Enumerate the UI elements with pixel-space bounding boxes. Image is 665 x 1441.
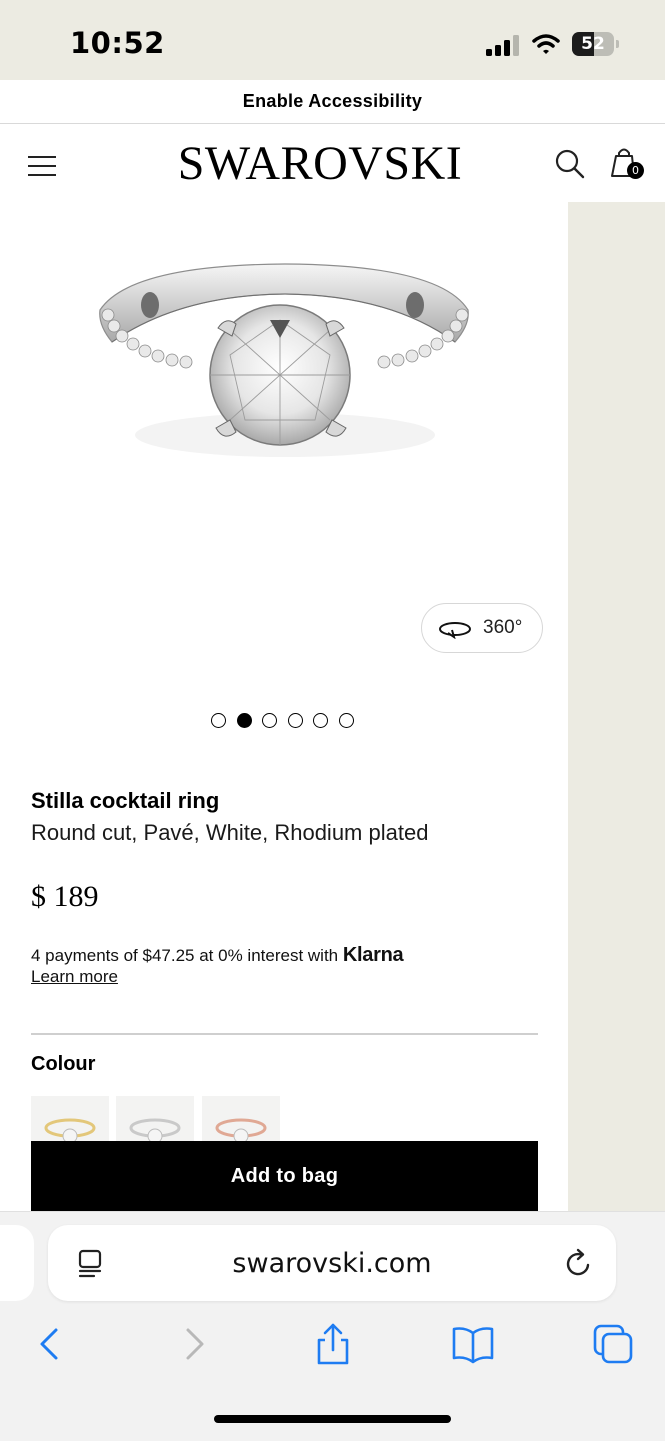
gallery-dot[interactable] bbox=[262, 713, 277, 728]
view-360-button[interactable]: 360° bbox=[421, 603, 543, 653]
battery-icon: 52 bbox=[572, 32, 620, 56]
colour-swatch-rhodium[interactable] bbox=[116, 1096, 194, 1142]
product-description: Round cut, Pavé, White, Rhodium plated bbox=[31, 820, 429, 845]
divider bbox=[31, 1033, 538, 1035]
battery-percent: 52 bbox=[581, 34, 605, 54]
cellular-signal-icon bbox=[486, 35, 519, 56]
colour-swatch-rose-gold[interactable] bbox=[202, 1096, 280, 1142]
add-to-bag-button[interactable]: Add to bag bbox=[31, 1141, 538, 1211]
reload-icon[interactable] bbox=[564, 1247, 594, 1279]
klarna-financing-text: 4 payments of $47.25 at 0% interest with… bbox=[31, 944, 404, 967]
home-indicator bbox=[214, 1415, 451, 1423]
previous-tab-preview[interactable] bbox=[0, 1225, 34, 1301]
gallery-dot[interactable] bbox=[338, 713, 354, 728]
gallery-dot[interactable] bbox=[211, 713, 226, 728]
klarna-text: 4 payments of $47.25 at 0% interest with bbox=[31, 946, 339, 965]
gallery-pagination bbox=[211, 713, 354, 729]
colour-label: Colour bbox=[31, 1053, 96, 1075]
view-360-label: 360° bbox=[483, 617, 523, 638]
product-title: Stilla cocktail ring bbox=[31, 788, 220, 813]
enable-accessibility-link[interactable]: Enable Accessibility bbox=[0, 80, 665, 124]
rotate-360-icon bbox=[439, 622, 471, 639]
ring-product-image[interactable] bbox=[90, 250, 480, 480]
search-icon[interactable] bbox=[554, 148, 586, 180]
gallery-dot[interactable] bbox=[287, 713, 303, 728]
colour-swatch-gold[interactable] bbox=[31, 1096, 109, 1142]
bag-count-badge: 0 bbox=[627, 162, 644, 179]
back-icon[interactable] bbox=[28, 1322, 72, 1366]
bookmarks-icon[interactable] bbox=[451, 1322, 495, 1366]
brand-logo[interactable]: SWAROVSKI bbox=[0, 136, 640, 192]
gallery-dot[interactable] bbox=[313, 713, 328, 728]
side-panel bbox=[568, 202, 665, 1212]
forward-icon[interactable] bbox=[172, 1322, 216, 1366]
url-text[interactable]: swarovski.com bbox=[48, 1248, 616, 1279]
status-time: 10:52 bbox=[70, 26, 165, 60]
product-price: $ 189 bbox=[31, 880, 99, 913]
share-icon[interactable] bbox=[311, 1322, 355, 1366]
tabs-icon[interactable] bbox=[591, 1322, 635, 1366]
klarna-logo: Klarna bbox=[342, 944, 404, 966]
wifi-icon bbox=[532, 34, 560, 54]
gallery-dot[interactable] bbox=[236, 713, 252, 728]
learn-more-link[interactable]: Learn more bbox=[31, 967, 118, 987]
